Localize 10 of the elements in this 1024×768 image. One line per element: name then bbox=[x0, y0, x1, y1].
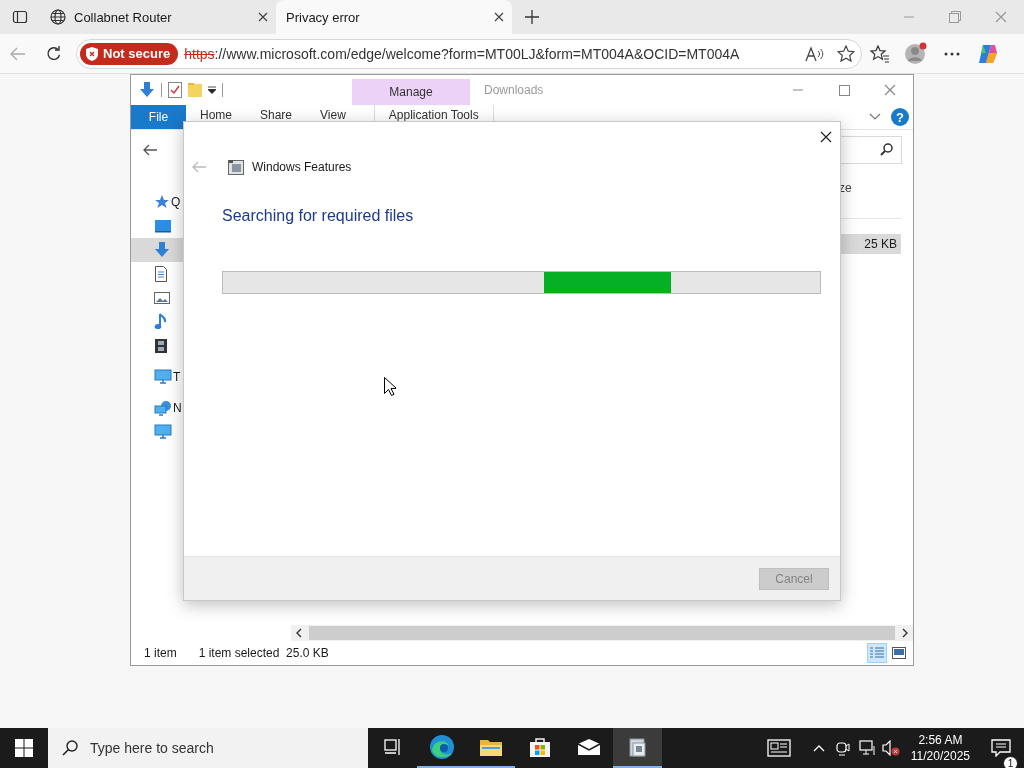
status-heading: Searching for required files bbox=[222, 207, 415, 225]
notification-count-badge: 1 bbox=[1003, 756, 1018, 768]
item-count: 1 item bbox=[144, 646, 177, 660]
url-scheme: https bbox=[184, 45, 215, 62]
selection-info: 1 item selected 25.0 KB bbox=[198, 646, 329, 660]
size-cell: 25 KB bbox=[864, 237, 897, 251]
dialog-title: Windows Features bbox=[252, 160, 352, 174]
url-text: ://www.microsoft.com/edge/welcome?form=MT00LJ&form=MT004A&OCID=MT004A bbox=[214, 45, 740, 62]
window-title: Downloads bbox=[484, 83, 544, 97]
contextual-tab-group: Manage bbox=[352, 79, 470, 105]
